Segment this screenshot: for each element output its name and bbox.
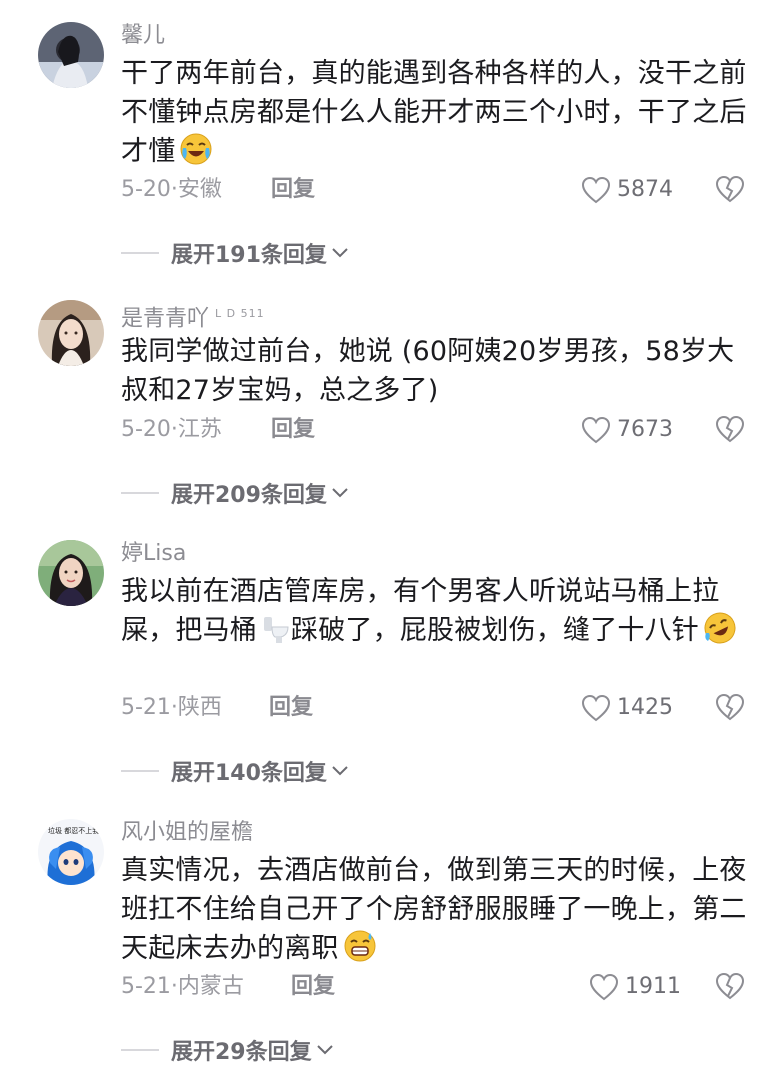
comment-text: 我以前在酒店管库房，有个男客人听说站马桶上拉屎，把马桶 踩破了，屁股被划伤，缝了… xyxy=(121,572,761,650)
level-badge: L D 511 xyxy=(215,307,265,320)
meta-row: 5-20·江苏 回复 7673 xyxy=(121,415,761,445)
date-location: 5-21·陕西 xyxy=(121,695,222,720)
toilet-icon xyxy=(261,611,291,645)
expand-replies[interactable]: 展开140条回复 xyxy=(121,756,521,786)
reply-button[interactable]: 回复 xyxy=(269,693,313,723)
chevron-down-icon xyxy=(332,248,348,258)
meta-row: 5-21·内蒙古 回复 1911 xyxy=(121,972,761,1002)
like-count: 1425 xyxy=(617,695,673,720)
heart-icon xyxy=(589,973,619,1001)
expand-replies-label[interactable]: 展开209条回复 xyxy=(171,477,327,509)
expand-replies[interactable]: 展开191条回复 xyxy=(121,238,521,268)
reply-button[interactable]: 回复 xyxy=(271,415,315,445)
dislike-button[interactable] xyxy=(715,972,745,1009)
date-location: 5-20·安徽 xyxy=(121,177,222,202)
comment-text: 干了两年前台，真的能遇到各种各样的人，没干之前不懂钟点房都是什么人能开才两三个小… xyxy=(121,58,747,167)
comment-text: 我同学做过前台，她说 (60阿姨20岁男孩，58岁大叔和27岁宝妈，总之多了) xyxy=(121,336,735,406)
username[interactable]: 馨儿 xyxy=(121,22,165,50)
avatar[interactable] xyxy=(38,22,104,88)
heart-icon xyxy=(581,694,611,722)
expand-replies-label[interactable]: 展开140条回复 xyxy=(171,755,327,787)
like-count: 1911 xyxy=(625,974,681,999)
chevron-down-icon xyxy=(332,766,348,776)
chevron-down-icon xyxy=(316,1045,333,1055)
like-button[interactable]: 5874 xyxy=(581,175,673,205)
expand-replies-label[interactable]: 展开29条回复 xyxy=(171,1034,312,1066)
like-button[interactable]: 7673 xyxy=(581,415,673,445)
like-button[interactable]: 1425 xyxy=(581,693,673,723)
username[interactable]: 婷Lisa xyxy=(121,540,186,568)
reply-button[interactable]: 回复 xyxy=(291,972,335,1002)
meta-row: 5-21·陕西 回复 1425 xyxy=(121,693,761,723)
avatar[interactable]: 垃圾 都忍不上我 xyxy=(38,819,104,885)
meta-row: 5-20·安徽 回复 5874 xyxy=(121,175,761,205)
heart-icon xyxy=(581,416,611,444)
rolling-laughing-emoji xyxy=(703,611,737,645)
divider xyxy=(121,492,159,494)
sweat-grin-emoji xyxy=(343,929,377,963)
dislike-button[interactable] xyxy=(715,693,745,730)
expand-replies[interactable]: 展开209条回复 xyxy=(121,478,521,508)
divider xyxy=(121,1049,159,1051)
crying-laughing-emoji xyxy=(179,132,213,166)
comment-text: 真实情况，去酒店做前台，做到第三天的时候，上夜班扛不住给自己开了个房舒舒服服睡了… xyxy=(121,855,747,964)
expand-replies[interactable]: 展开29条回复 xyxy=(121,1035,521,1065)
username[interactable]: 是青青吖 L D 511 xyxy=(121,300,265,333)
dislike-button[interactable] xyxy=(715,415,745,452)
divider xyxy=(121,252,159,254)
date-location: 5-20·江苏 xyxy=(121,417,222,442)
broken-heart-icon xyxy=(715,693,745,721)
like-count: 7673 xyxy=(617,417,673,442)
like-count: 5874 xyxy=(617,177,673,202)
broken-heart-icon xyxy=(715,175,745,203)
heart-icon xyxy=(581,176,611,204)
avatar-badge-text: 垃圾 都忍不上我 xyxy=(48,826,99,835)
broken-heart-icon xyxy=(715,415,745,443)
divider xyxy=(121,770,159,772)
broken-heart-icon xyxy=(715,972,745,1000)
avatar[interactable] xyxy=(38,540,104,606)
reply-button[interactable]: 回复 xyxy=(271,175,315,205)
avatar[interactable] xyxy=(38,300,104,366)
date-location: 5-21·内蒙古 xyxy=(121,974,244,999)
username[interactable]: 风小姐的屋檐 xyxy=(121,819,253,847)
expand-replies-label[interactable]: 展开191条回复 xyxy=(171,237,327,269)
chevron-down-icon xyxy=(332,488,348,498)
dislike-button[interactable] xyxy=(715,175,745,212)
like-button[interactable]: 1911 xyxy=(589,972,681,1002)
